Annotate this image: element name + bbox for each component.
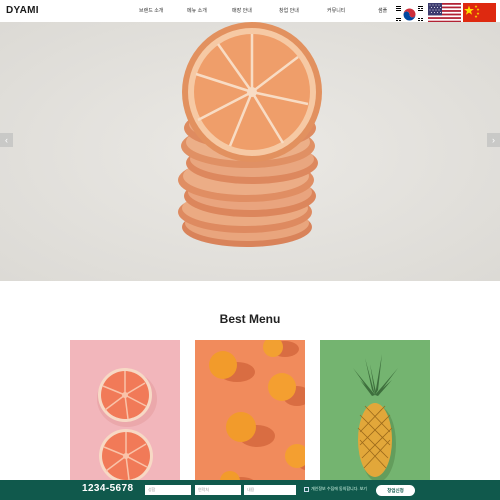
menu-card-oranges[interactable] xyxy=(195,340,305,485)
contact-field[interactable]: 연락처 xyxy=(195,485,241,495)
nav-item-menu[interactable]: 메뉴 소개 xyxy=(187,7,207,14)
hero-prev-button[interactable]: ‹ xyxy=(0,133,13,147)
privacy-agree: 개인정보 수집에 동의합니다. 보기 xyxy=(304,486,367,492)
phone-number: 1234-5678 xyxy=(82,483,134,494)
submit-button[interactable]: 창업신청 xyxy=(376,485,415,496)
message-field[interactable]: 내용 xyxy=(244,485,296,495)
nav-item-franchise[interactable]: 창업 안내 xyxy=(279,7,299,14)
privacy-agree-label[interactable]: 개인정보 수집에 동의합니다. 보기 xyxy=(311,486,367,492)
hero-next-button[interactable]: › xyxy=(487,133,500,147)
privacy-checkbox[interactable] xyxy=(304,486,309,492)
best-menu-title: Best Menu xyxy=(219,312,281,326)
franchise-inquiry-bar: 1234-5678 성함 연락처 내용 개인정보 수집에 동의합니다. 보기 창… xyxy=(0,480,500,500)
grapefruit-image xyxy=(70,340,180,485)
hero-banner: ‹ › xyxy=(0,22,500,281)
dried-orange-slices-image xyxy=(0,22,500,281)
name-field[interactable]: 성함 xyxy=(145,485,191,495)
nav-item-brand[interactable]: 브랜드 소개 xyxy=(139,7,163,14)
menu-card-pineapple[interactable] xyxy=(320,340,430,485)
menu-card-grapefruit[interactable] xyxy=(70,340,180,485)
site-header: DYAMI 브랜드 소개 메뉴 소개 매장 안내 창업 안내 커뮤니티 샘플 xyxy=(0,0,500,26)
nav-item-sample[interactable]: 샘플 xyxy=(378,7,387,14)
oranges-image xyxy=(195,340,305,485)
pineapple-image xyxy=(320,340,430,485)
nav-item-community[interactable]: 커뮤니티 xyxy=(327,7,345,14)
nav-item-store[interactable]: 매장 안내 xyxy=(232,7,252,14)
